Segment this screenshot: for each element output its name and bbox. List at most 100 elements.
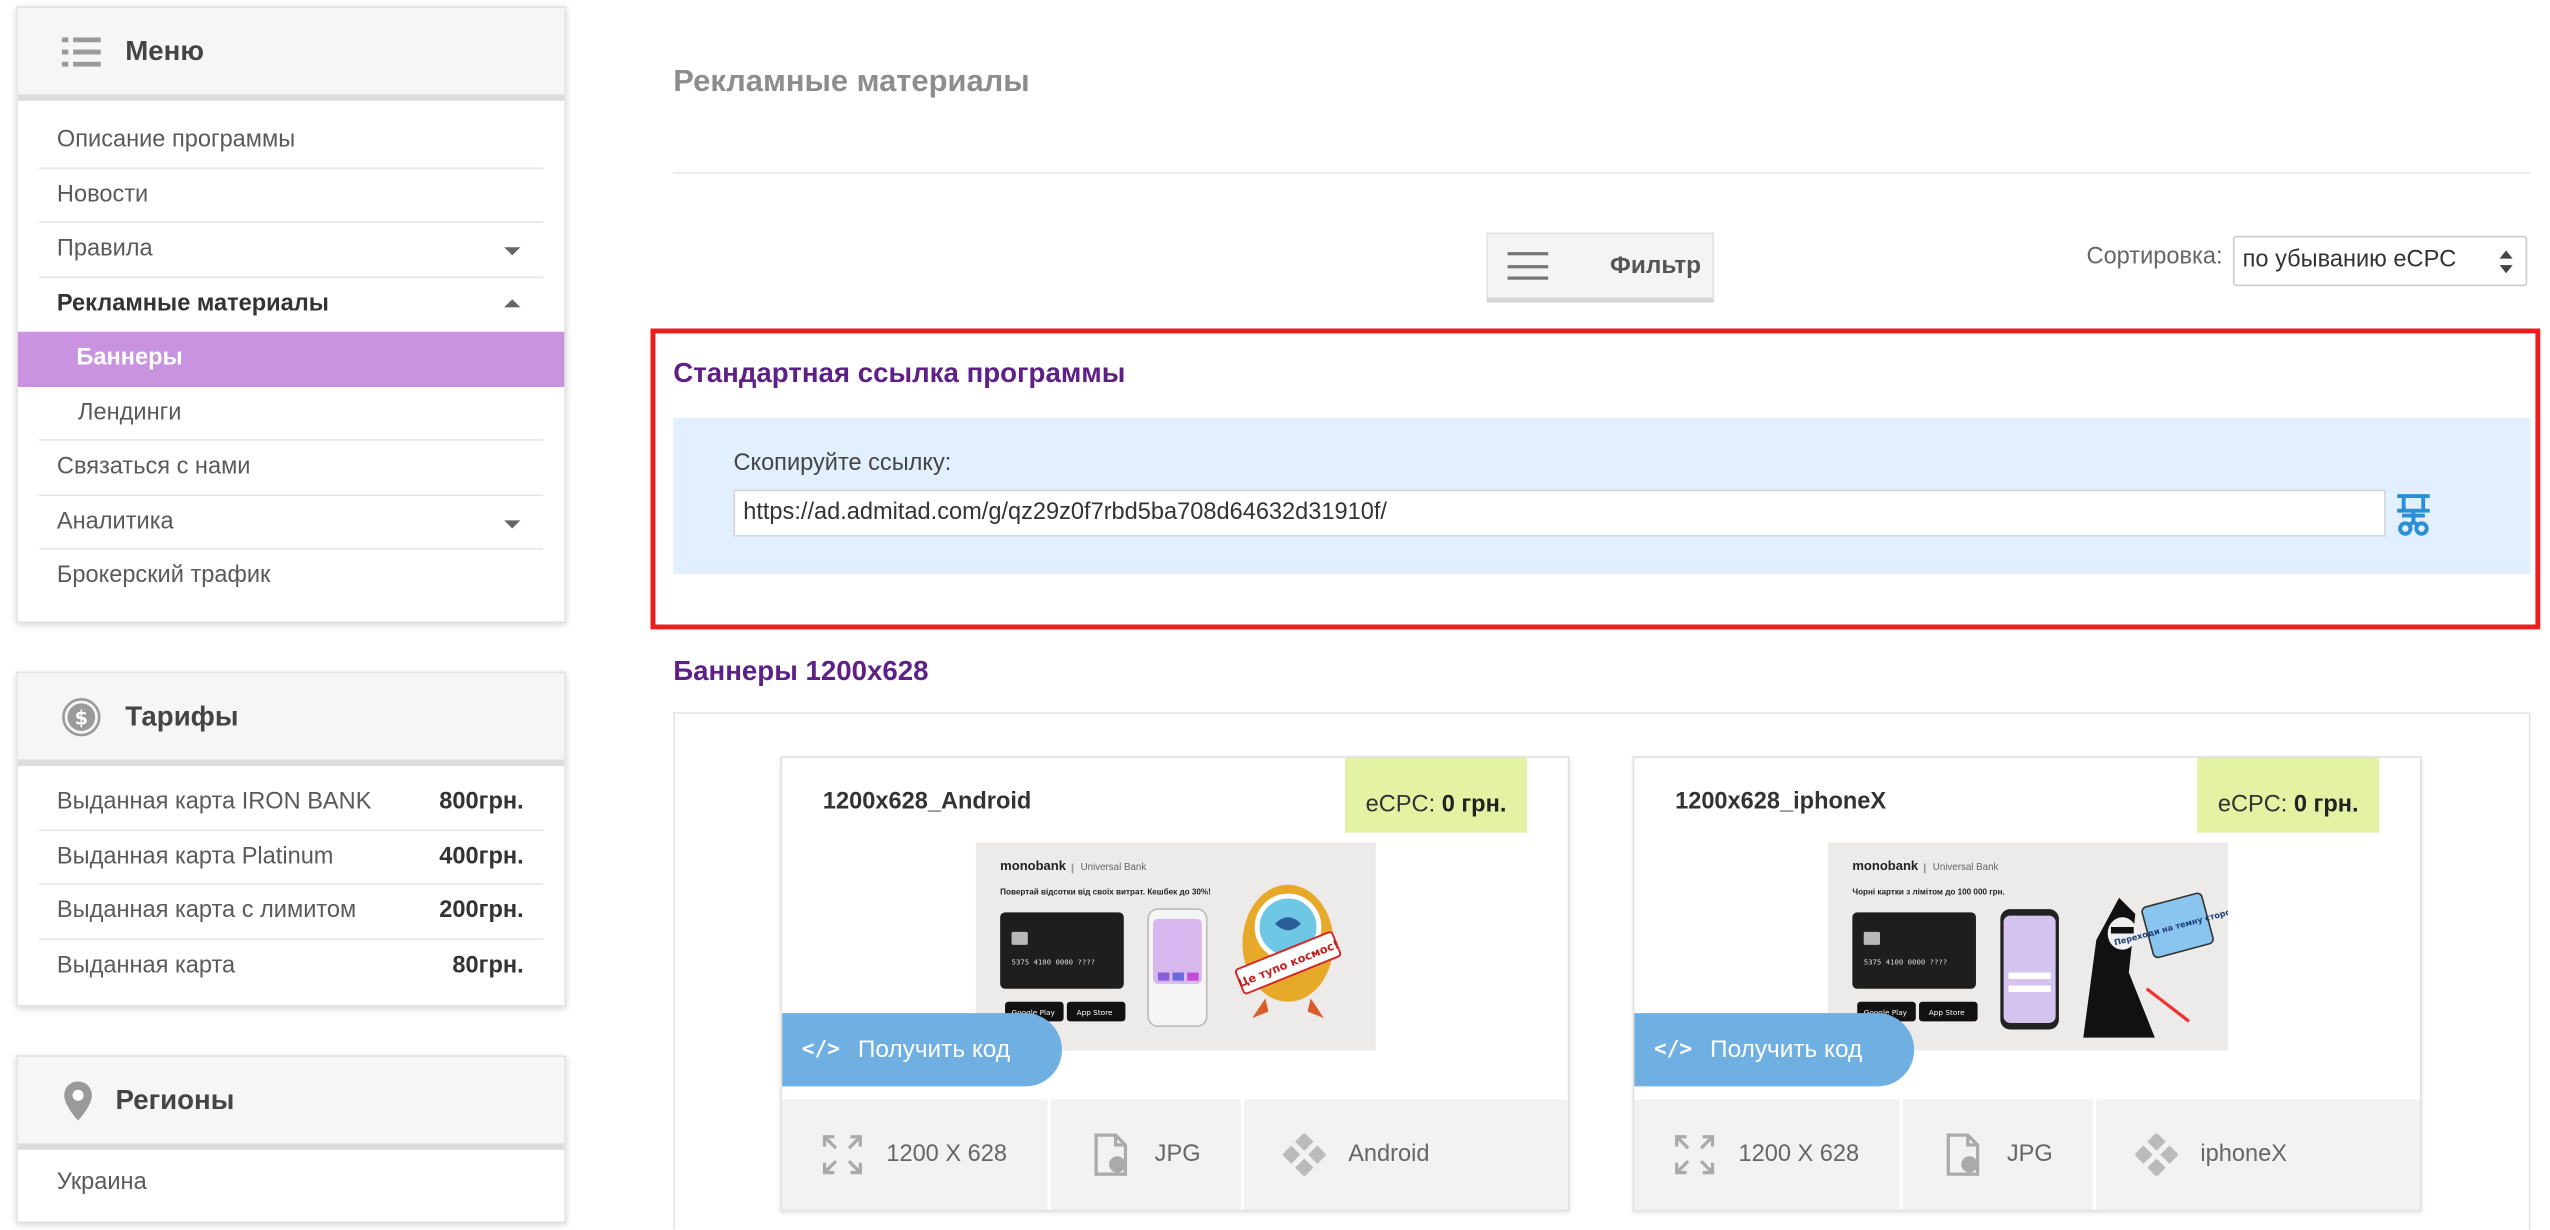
tariff-row: Выданная карта 80грн. [39,939,543,993]
divider [673,172,2531,175]
menu-item-program-description[interactable]: Описание программы [39,114,544,169]
standard-link-area: Скопируйте ссылку: https://ad.admitad.co… [673,417,2531,575]
link-tool-icon[interactable] [2391,490,2437,539]
menu-item-analytics[interactable]: Аналитика [39,495,544,550]
banner-size: 1200 X 628 [1634,1099,1903,1210]
banner-card: 1200x628_Android eCPC: 0 грн. monobank Un… [780,756,1570,1212]
tariffs-title: Тарифы [125,700,239,732]
tariff-name: Выданная карта IRON BANK [56,788,372,815]
banner-format: JPG [1903,1099,2097,1210]
tariff-price: 80грн. [452,952,524,979]
banner-platform-value: iphoneX [2200,1141,2287,1168]
dollar-coin-icon: $ [60,695,102,737]
menu-item-label: Рекламные материалы [56,290,329,317]
tariff-name: Выданная карта Platinum [56,843,334,870]
get-code-label: Получить код [1710,1035,1863,1064]
menu-item-landings[interactable]: Лендинги [39,386,544,441]
diamond-grid-icon [2135,1133,2178,1176]
menu-item-label: Аналитика [56,508,174,535]
tariffs-list: Выданная карта IRON BANK 800грн. Выданная… [18,766,564,1010]
ecpc-label: eCPC: [1365,792,1436,819]
menu-item-broker-traffic[interactable]: Брокерский трафик [39,550,543,604]
ecpc-value: 0 грн. [1441,792,1507,819]
banner-size-value: 1200 X 628 [1738,1141,1860,1168]
svg-text:5375 4100 0000 ????: 5375 4100 0000 ???? [1864,957,1947,966]
filter-label: Фильтр [1610,252,1702,280]
tariffs-header: $ Тарифы [17,673,565,766]
svg-text:App Store: App Store [1077,1008,1113,1017]
tariff-price: 400грн. [439,843,524,870]
ecpc-value: 0 грн. [2293,792,2359,819]
sort-label: Сортировка: [2086,243,2223,270]
tariffs-panel: $ Тарифы Выданная карта IRON BANK 800грн.… [16,671,566,1010]
banner-card: 1200x628_iphoneX eCPC: 0 грн. monobank Un… [1632,756,2422,1212]
sort-select-value: по убыванию eCPC [2242,247,2457,274]
banner-meta: 1200 X 628 JPG iphoneX [1634,1099,2420,1210]
code-icon: </> [801,1037,840,1062]
ecpc-badge: eCPC: 0 грн. [1344,757,1528,833]
hamburger-icon [1507,252,1549,280]
svg-text:$: $ [75,706,89,729]
tariff-row: Выданная карта IRON BANK 800грн. [39,776,544,831]
menu-item-banners[interactable]: Баннеры [17,331,565,387]
link-url-field[interactable]: https://ad.admitad.com/g/qz29z0f7rbd5ba7… [733,489,2386,537]
map-pin-icon [57,1079,99,1121]
menu-item-rules[interactable]: Правила [39,223,544,278]
page-root: Меню Описание программы Новости Правила … [0,0,2550,1230]
tariff-name: Выданная карта с лимитом [56,897,357,924]
expand-arrows-icon [821,1134,863,1176]
select-arrows-icon [2499,250,2513,274]
region-item-ukraine: Украина [56,1169,147,1196]
chevron-up-icon [504,298,521,307]
standard-link-title: Стандартная ссылка программы [673,357,1126,389]
banner-size: 1200 X 628 [782,1099,1051,1210]
get-code-label: Получить код [857,1035,1011,1064]
filter-button[interactable]: Фильтр [1486,232,1715,303]
list-icon [60,30,102,72]
banners-section-title: Баннеры 1200x628 [673,655,929,687]
regions-title: Регионы [115,1083,235,1115]
banner-format-value: JPG [2006,1141,2053,1168]
tariff-price: 800грн. [439,788,524,815]
banner-format-value: JPG [1154,1141,1201,1168]
tariff-row: Выданная карта Platinum 400грн. [39,830,544,885]
banner-platform-value: Android [1348,1141,1430,1168]
menu-item-contact[interactable]: Связаться с нами [39,441,544,496]
svg-text:App Store: App Store [1929,1008,1965,1017]
tariff-row: Выданная карта с лимитом 200грн. [39,885,544,940]
banner-platform: iphoneX [2096,1099,2420,1210]
get-code-button[interactable]: </> Получить код [1634,1013,1915,1087]
sort-select[interactable]: по убыванию eCPC [2232,235,2528,287]
menu-panel: Меню Описание программы Новости Правила … [16,6,566,623]
chevron-down-icon [504,519,521,528]
menu-item-label: Правила [56,235,153,262]
get-code-button[interactable]: </> Получить код [782,1013,1062,1087]
regions-panel: Регионы Украина [16,1055,566,1223]
expand-arrows-icon [1673,1134,1715,1176]
copy-link-label: Скопируйте ссылку: [733,450,952,477]
regions-header: Регионы [17,1057,565,1150]
menu-item-news[interactable]: Новости [39,168,544,223]
banner-meta: 1200 X 628 JPG Android [782,1099,1568,1210]
menu-header: Меню [17,8,565,101]
page-title: Рекламные материалы [673,65,1030,100]
menu-title: Меню [125,34,204,66]
tariff-name: Выданная карта [56,952,236,979]
menu-list: Описание программы Новости Правила Рекла… [17,101,565,621]
tariff-price: 200грн. [439,897,524,924]
code-icon: </> [1653,1037,1693,1062]
image-file-icon [1090,1133,1132,1176]
menu-item-ad-materials[interactable]: Рекламные материалы [39,277,543,331]
banner-format: JPG [1051,1099,1245,1210]
ecpc-label: eCPC: [2217,792,2288,819]
chevron-down-icon [504,247,521,256]
ecpc-badge: eCPC: 0 грн. [2197,757,2380,833]
diamond-grid-icon [1283,1133,1326,1176]
image-file-icon [1942,1133,1984,1176]
regions-list: Украина [18,1150,564,1227]
banner-size-value: 1200 X 628 [886,1141,1007,1168]
banner-platform: Android [1244,1099,1568,1210]
svg-text:5375 4100 0000 ????: 5375 4100 0000 ???? [1012,957,1095,966]
banner-title: 1200x628_Android [822,788,1032,815]
banner-title: 1200x628_iphoneX [1675,788,1887,815]
